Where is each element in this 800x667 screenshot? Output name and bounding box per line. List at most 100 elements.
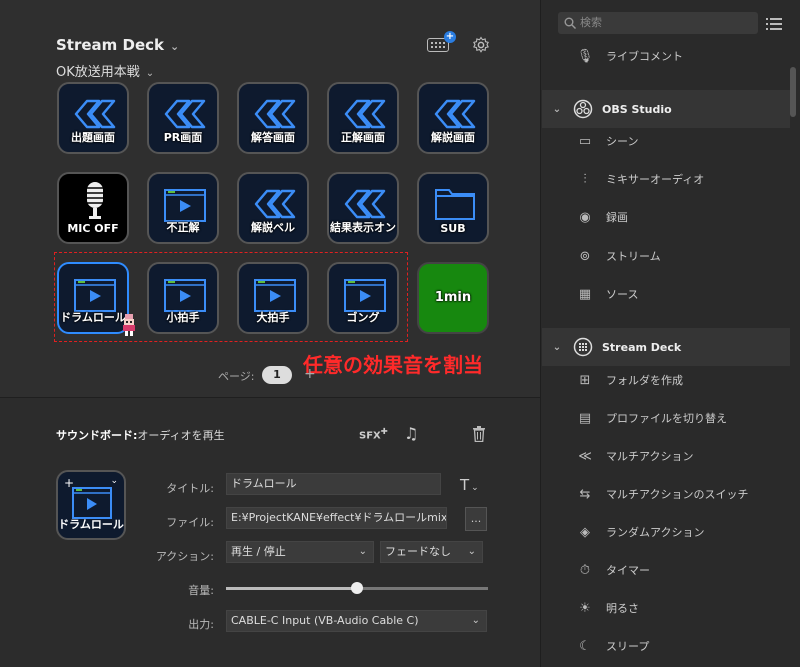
action-list-label: 明るさ	[606, 602, 639, 615]
chevron-down-icon: ⌄	[358, 546, 367, 557]
chevron-down-icon: ⌄	[467, 546, 476, 557]
action-list-item[interactable]: 🎙 ライブコメント	[576, 46, 683, 66]
action-list-item[interactable]: ☀ 明るさ	[576, 598, 639, 618]
sfx-label: SFX	[359, 430, 381, 442]
action-list-item[interactable]: ▤ プロファイルを切り替え	[576, 408, 727, 428]
key-button[interactable]: 結果表示オン	[327, 172, 399, 244]
sidebar-scrollbar[interactable]	[790, 67, 796, 117]
key-label: MIC OFF	[67, 222, 119, 235]
obs-icon	[572, 98, 594, 120]
action-list-item[interactable]: ⫶ ミキサーオーディオ	[576, 169, 704, 189]
key-button[interactable]: 出題画面	[57, 82, 129, 154]
action-list-item[interactable]: ▦ ソース	[576, 284, 639, 304]
action-category[interactable]: ⌄ Stream Deck	[542, 328, 790, 366]
action-list-label: シーン	[606, 135, 639, 148]
action-list-item[interactable]: ◉ 録画	[576, 207, 628, 227]
browse-button[interactable]: ...	[465, 507, 487, 531]
action-list-label: フォルダを作成	[606, 374, 683, 387]
key-label: 出題画面	[71, 131, 115, 144]
fade-value: フェードなし	[385, 545, 451, 558]
key-button[interactable]: 1min	[417, 262, 489, 334]
pager-label: ページ:	[218, 370, 255, 383]
chevron-down-icon[interactable]: ⌄	[110, 476, 118, 486]
device-selector[interactable]: Stream Deck ⌄	[56, 36, 179, 54]
action-list-label: ライブコメント	[606, 50, 683, 63]
profile-selector[interactable]: OK放送用本戦 ⌄	[56, 61, 154, 80]
key-button[interactable]: PR画面	[147, 82, 219, 154]
fade-select[interactable]: フェードなし ⌄	[380, 541, 483, 563]
keyboard-icon[interactable]: +	[427, 31, 456, 52]
gear-icon[interactable]	[472, 36, 490, 58]
key-label: 解説画面	[431, 131, 475, 144]
plus-icon[interactable]: +	[64, 476, 74, 490]
key-label: 1min	[434, 290, 472, 305]
action-category[interactable]: ⌄ OBS Studio	[542, 90, 790, 128]
action-select[interactable]: 再生 / 停止 ⌄	[226, 541, 374, 563]
key-label: PR画面	[163, 131, 203, 144]
page-button[interactable]: 1	[262, 366, 292, 384]
key-label: 不正解	[166, 221, 200, 234]
action-list-item[interactable]: ≪ マルチアクション	[576, 446, 693, 466]
multi-action-switch-icon: ⇆	[579, 486, 591, 502]
key-button[interactable]: 解答画面	[237, 82, 309, 154]
title-label: タイトル:	[166, 482, 214, 495]
add-badge-icon: +	[444, 31, 456, 43]
key-button[interactable]: 解説ベル	[237, 172, 309, 244]
chevron-down-icon: ⌄	[552, 103, 562, 115]
list-view-icon[interactable]	[766, 16, 782, 35]
action-label: アクション:	[155, 550, 214, 563]
profile-name: OK放送用本戦	[56, 65, 140, 80]
volume-label: 音量:	[188, 584, 214, 597]
add-page-button[interactable]: +	[304, 366, 316, 382]
stream-deck-app: Stream Deck ⌄ OK放送用本戦 ⌄ + 出題画面 PR画面 解答画面 正解画面…	[0, 0, 800, 667]
random-action-icon: ◈	[580, 524, 590, 540]
output-select[interactable]: CABLE-C Input (VB-Audio Cable C) ⌄	[226, 610, 487, 632]
volume-slider[interactable]	[226, 582, 488, 594]
stream-icon: ⊚	[579, 248, 591, 264]
text-format-button[interactable]: T ⌄	[460, 476, 479, 494]
canvas-panel: Stream Deck ⌄ OK放送用本戦 ⌄ + 出題画面 PR画面 解答画面 正解画面…	[0, 0, 540, 667]
volume-fill	[226, 587, 357, 590]
action-value: 再生 / 停止	[231, 545, 286, 558]
action-list-item[interactable]: ◈ ランダムアクション	[576, 522, 704, 542]
key-label: 解答画面	[251, 131, 295, 144]
pager: ページ: 1 +	[218, 366, 316, 384]
action-list-item[interactable]: ☾ スリープ	[576, 636, 649, 656]
action-title: サウンドボード:オーディオを再生	[56, 427, 225, 443]
trash-icon[interactable]	[472, 426, 486, 446]
folder-add-icon: ⊞	[579, 372, 591, 388]
key-button[interactable]: SUB	[417, 172, 489, 244]
key-label: 解説ベル	[251, 221, 295, 234]
action-list-label: 録画	[606, 211, 628, 224]
timer-icon: ⏱	[579, 562, 591, 578]
chevron-down-icon: ⌄	[552, 341, 562, 353]
key-label: SUB	[440, 222, 466, 235]
action-list-item[interactable]: ⊞ フォルダを作成	[576, 370, 683, 390]
search-input[interactable]: 検索	[558, 12, 758, 34]
action-list-item[interactable]: ⊚ ストリーム	[576, 246, 661, 266]
title-field[interactable]: ドラムロール	[226, 473, 441, 495]
volume-knob[interactable]	[351, 582, 363, 594]
source-icon: ▦	[578, 286, 592, 302]
action-list-item[interactable]: ⏱ タイマー	[576, 560, 650, 580]
sfx-button[interactable]: SFX✚	[359, 426, 388, 441]
key-button[interactable]: MIC OFF	[57, 172, 129, 244]
output-value: CABLE-C Input (VB-Audio Cable C)	[231, 614, 419, 627]
action-list-item[interactable]: ⇆ マルチアクションのスイッチ	[576, 484, 749, 504]
key-button[interactable]: 不正解	[147, 172, 219, 244]
music-note-icon[interactable]: ♫	[404, 424, 418, 443]
streamdeck-icon	[572, 336, 594, 358]
key-preview[interactable]: + ⌄ ドラムロール	[56, 470, 126, 540]
key-button[interactable]: 正解画面	[327, 82, 399, 154]
action-list-item[interactable]: ▭ シーン	[576, 131, 639, 151]
chevron-down-icon: ⌄	[471, 615, 480, 626]
action-list-label: マルチアクション	[606, 450, 694, 463]
grid-icon: ▤	[578, 410, 592, 426]
device-title: Stream Deck	[56, 36, 165, 54]
file-value: E:¥ProjectKANE¥effect¥ドラムロールmix.wav	[231, 511, 447, 524]
file-label: ファイル:	[166, 516, 214, 529]
file-field[interactable]: E:¥ProjectKANE¥effect¥ドラムロールmix.wav	[226, 507, 447, 529]
key-button[interactable]: 解説画面	[417, 82, 489, 154]
action-list-label: マルチアクションのスイッチ	[606, 488, 749, 501]
sleep-icon: ☾	[579, 638, 591, 654]
